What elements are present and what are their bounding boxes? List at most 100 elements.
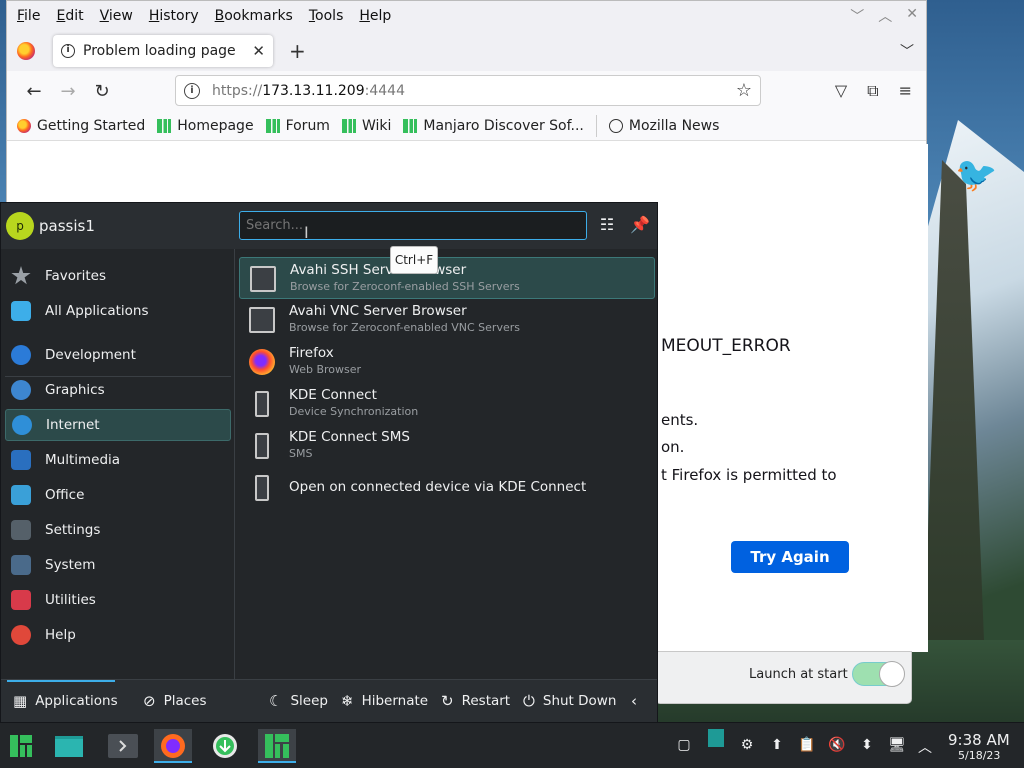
bookmark-mozilla-news[interactable]: Mozilla News bbox=[608, 118, 719, 134]
multimedia-icon bbox=[11, 450, 31, 470]
office-icon bbox=[11, 485, 31, 505]
search-input[interactable] bbox=[239, 211, 587, 240]
error-text-line-2: on. bbox=[661, 438, 685, 456]
minimize-icon[interactable]: ﹀ bbox=[850, 6, 864, 26]
show-desktop-icon[interactable]: ▢ bbox=[675, 737, 693, 755]
menu-edit[interactable]: Edit bbox=[56, 8, 83, 24]
pocket-icon[interactable]: ▽ bbox=[835, 81, 847, 101]
text-cursor-icon: I bbox=[304, 223, 309, 242]
manjaro-icon bbox=[341, 118, 356, 133]
menu-history[interactable]: History bbox=[149, 8, 199, 24]
try-again-button[interactable]: Try Again bbox=[731, 541, 849, 573]
snowflake-icon: ❄ bbox=[341, 692, 354, 710]
pager-icon[interactable] bbox=[708, 729, 726, 755]
category-office[interactable]: Office bbox=[5, 479, 231, 511]
more-options-button[interactable]: ‹ bbox=[631, 692, 645, 710]
bookmark-homepage[interactable]: Homepage bbox=[157, 118, 254, 134]
application-results-list: Avahi SSH Server Browser Browse for Zero… bbox=[237, 249, 657, 679]
firefox-icon bbox=[17, 118, 31, 133]
network-icon[interactable]: 🖥 bbox=[888, 737, 906, 755]
bookmark-forum[interactable]: Forum bbox=[265, 118, 330, 134]
category-utilities[interactable]: Utilities bbox=[5, 584, 231, 616]
app-kde-connect[interactable]: KDE Connect Device Synchronization bbox=[239, 383, 655, 425]
maximize-icon[interactable]: ︿ bbox=[878, 6, 892, 26]
tab-bar: i Problem loading page ✕ + ﹀ bbox=[7, 31, 926, 71]
graphics-icon bbox=[11, 380, 31, 400]
pin-icon[interactable]: 📌 bbox=[629, 215, 651, 237]
clock-time[interactable]: 9:38 AM bbox=[948, 731, 1010, 749]
user-name: passis1 bbox=[39, 217, 95, 235]
reload-icon[interactable]: ↻ bbox=[85, 81, 119, 102]
category-settings[interactable]: Settings bbox=[5, 514, 231, 546]
configure-sliders-icon[interactable]: ☷ bbox=[596, 215, 618, 237]
menu-tools[interactable]: Tools bbox=[309, 8, 344, 24]
url-bar[interactable]: i https:// 173.13.11.209 :4444 ☆ bbox=[175, 75, 761, 106]
update-tray-icon[interactable]: ⬆ bbox=[768, 737, 786, 755]
menu-bar: File Edit View History Bookmarks Tools H… bbox=[7, 1, 926, 31]
category-development[interactable]: Development bbox=[5, 339, 231, 371]
background-dialog: Launch at start bbox=[655, 651, 912, 704]
manjaro-icon bbox=[157, 118, 172, 133]
category-system[interactable]: System bbox=[5, 549, 231, 581]
sleep-button[interactable]: ☾ Sleep bbox=[269, 692, 328, 710]
taskbar-dolphin[interactable] bbox=[50, 729, 88, 763]
clipboard-icon[interactable]: 📋 bbox=[798, 737, 816, 755]
back-icon[interactable]: ← bbox=[17, 81, 51, 102]
shutdown-button[interactable]: ⏻ Shut Down bbox=[523, 692, 616, 710]
tab-places[interactable]: ⊘ Places bbox=[143, 692, 207, 710]
app-kde-connect-sms[interactable]: KDE Connect SMS SMS bbox=[239, 425, 655, 467]
grid-icon bbox=[11, 301, 31, 321]
application-launcher-button[interactable] bbox=[2, 729, 40, 763]
tab-applications[interactable]: ▦ Applications bbox=[13, 692, 118, 710]
close-icon[interactable]: ✕ bbox=[906, 6, 918, 26]
menu-bookmarks[interactable]: Bookmarks bbox=[215, 8, 293, 24]
menu-file[interactable]: File bbox=[17, 8, 40, 24]
app-firefox[interactable]: Firefox Web Browser bbox=[239, 341, 655, 383]
taskbar-updater[interactable] bbox=[206, 729, 244, 763]
bookmark-wiki[interactable]: Wiki bbox=[341, 118, 391, 134]
volume-muted-icon[interactable]: 🔇 bbox=[828, 737, 846, 755]
app-avahi-vnc[interactable]: Avahi VNC Server Browser Browse for Zero… bbox=[239, 299, 655, 341]
forward-icon[interactable]: → bbox=[51, 81, 85, 102]
sleep-icon: ☾ bbox=[269, 692, 283, 710]
app-open-on-connected-device[interactable]: Open on connected device via KDE Connect bbox=[239, 467, 655, 509]
usb-device-icon[interactable]: ⬍ bbox=[858, 737, 876, 755]
kde-connect-tray-icon[interactable]: ⚙ bbox=[738, 737, 756, 755]
launcher-footer: ▦ Applications ⊘ Places ☾ Sleep ❄ Hibernate … bbox=[1, 679, 657, 723]
star-icon bbox=[11, 266, 31, 285]
category-graphics[interactable]: Graphics bbox=[5, 374, 231, 406]
tray-expand-chevron-icon[interactable]: ︿ bbox=[916, 737, 934, 756]
globe-icon bbox=[12, 415, 32, 435]
taskbar: ▢ ⚙ ⬆ 📋 🔇 ⬍ 🖥 ︿ 9:38 AM 5/18/23 bbox=[0, 722, 1024, 768]
category-multimedia[interactable]: Multimedia bbox=[5, 444, 231, 476]
new-tab-icon[interactable]: + bbox=[289, 39, 306, 63]
launch-at-start-label: Launch at start bbox=[749, 667, 848, 682]
avatar[interactable]: p bbox=[6, 212, 34, 240]
menu-view[interactable]: View bbox=[100, 8, 133, 24]
site-info-icon[interactable]: i bbox=[184, 82, 200, 99]
category-internet[interactable]: Internet bbox=[5, 409, 231, 441]
tab-close-icon[interactable]: ✕ bbox=[252, 42, 265, 60]
taskbar-manjaro-hello[interactable] bbox=[258, 729, 296, 763]
bookmark-separator bbox=[595, 114, 597, 137]
bookmark-manjaro-discover[interactable]: Manjaro Discover Sof... bbox=[403, 118, 584, 134]
app-avahi-ssh[interactable]: Avahi SSH Server Browser Browse for Zero… bbox=[239, 257, 655, 299]
restart-button[interactable]: ↻ Restart bbox=[441, 692, 510, 710]
category-help[interactable]: Help bbox=[5, 619, 231, 651]
category-favorites[interactable]: Favorites bbox=[5, 260, 231, 292]
firefox-view-icon[interactable] bbox=[17, 42, 35, 60]
menu-help[interactable]: Help bbox=[359, 8, 391, 24]
extensions-icon[interactable]: ⧉ bbox=[867, 81, 878, 101]
bookmark-star-icon[interactable]: ☆ bbox=[736, 80, 752, 101]
bookmark-getting-started[interactable]: Getting Started bbox=[17, 118, 145, 134]
clock-date[interactable]: 5/18/23 bbox=[958, 749, 1000, 762]
hamburger-menu-icon[interactable]: ≡ bbox=[899, 81, 912, 101]
launch-at-start-toggle[interactable] bbox=[852, 661, 905, 687]
applications-grid-icon: ▦ bbox=[13, 692, 28, 710]
hibernate-button[interactable]: ❄ Hibernate bbox=[341, 692, 428, 710]
tab-list-chevron-icon[interactable]: ﹀ bbox=[900, 41, 914, 61]
taskbar-konsole[interactable] bbox=[104, 729, 142, 763]
category-all-applications[interactable]: All Applications bbox=[5, 295, 231, 327]
tab-problem-loading[interactable]: i Problem loading page ✕ bbox=[53, 35, 273, 67]
taskbar-firefox[interactable] bbox=[154, 729, 192, 763]
